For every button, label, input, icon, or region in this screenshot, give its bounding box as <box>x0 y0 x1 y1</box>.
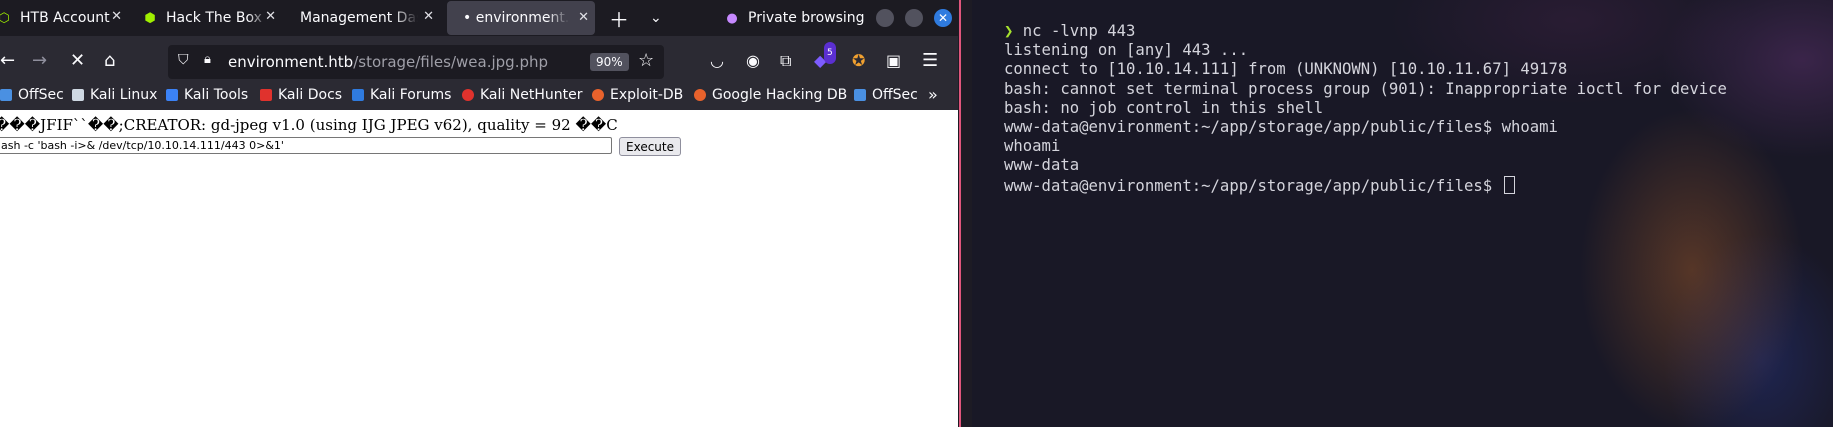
close-icon[interactable]: ✕ <box>578 10 589 25</box>
url-text[interactable]: environment.htb/storage/files/wea.jpg.ph… <box>228 53 548 71</box>
ghdb-icon <box>694 89 706 101</box>
cube-icon: ⬢ <box>144 10 156 26</box>
terminal-line: www-data <box>1004 156 1080 175</box>
stop-loading-icon[interactable]: ✕ <box>70 50 85 72</box>
bookmarks-toolbar: OffSec Kali Linux Kali Tools Kali Docs K… <box>0 82 958 110</box>
zoom-level-badge[interactable]: 90% <box>590 53 629 71</box>
account-icon[interactable]: ◉ <box>746 50 760 72</box>
window-close-button[interactable]: ✕ <box>934 9 952 27</box>
url-bar[interactable]: ⛉ 🔒︎ environment.htb/storage/files/wea.j… <box>168 45 664 79</box>
kali-tools-icon <box>166 89 178 101</box>
execute-button[interactable]: Execute <box>619 137 681 156</box>
terminal-line: connect to [10.10.14.111] from (UNKNOWN)… <box>1004 60 1568 79</box>
extension-badge-icon[interactable]: ◆ 5 <box>814 42 836 72</box>
close-icon[interactable]: ✕ <box>265 9 276 24</box>
tab-management-dashboard[interactable]: Management Das ✕ <box>300 0 440 36</box>
tab-environment[interactable]: • environment.h ✕ <box>447 1 595 35</box>
back-arrow-icon[interactable]: ← <box>0 50 15 72</box>
extensions-icon[interactable]: ⧉ <box>780 50 791 72</box>
home-icon[interactable]: ⌂ <box>104 50 115 72</box>
terminal-window[interactable]: ❯ nc -lvnp 443 listening on [any] 443 ..… <box>972 0 1833 427</box>
bookmark-offsec[interactable]: OffSec <box>0 87 64 103</box>
close-icon[interactable]: ✕ <box>111 9 122 24</box>
page-content: ���JFIF``��;CREATOR: gd-jpeg v1.0 (using… <box>0 110 958 427</box>
bookmark-google-hacking-db[interactable]: Google Hacking DB <box>694 87 847 103</box>
offsec-icon <box>854 89 866 101</box>
more-bookmarks-icon[interactable]: » <box>928 85 938 104</box>
kali-forums-icon <box>352 89 364 101</box>
list-tabs-icon[interactable]: ⌄ <box>650 0 662 36</box>
forward-arrow-icon[interactable]: → <box>32 50 47 72</box>
extension-icon[interactable]: ✪ <box>852 50 865 72</box>
box-icon: ⬡ <box>0 10 10 26</box>
bookmark-star-icon[interactable]: ☆ <box>638 50 654 71</box>
bookmark-offsec-2[interactable]: OffSec <box>854 87 918 103</box>
screenshot-icon[interactable]: ▣ <box>886 50 901 72</box>
shield-icon[interactable]: ⛉ <box>178 52 189 68</box>
terminal-cursor <box>1503 175 1515 194</box>
window-divider <box>958 0 972 427</box>
bookmark-kali-tools[interactable]: Kali Tools <box>166 87 248 103</box>
exploit-db-icon <box>592 89 604 101</box>
terminal-output: ❯ nc -lvnp 443 listening on [any] 443 ..… <box>1004 22 1727 196</box>
bookmark-kali-forums[interactable]: Kali Forums <box>352 87 451 103</box>
terminal-line: listening on [any] 443 ... <box>1004 41 1249 60</box>
terminal-line: bash: no job control in this shell <box>1004 98 1324 117</box>
menu-icon[interactable]: ☰ <box>922 50 938 72</box>
minimize-button[interactable] <box>876 9 894 27</box>
tab-htb-account[interactable]: ⬡ HTB Account ✕ <box>0 0 128 36</box>
terminal-command: nc -lvnp 443 <box>1013 22 1136 40</box>
new-tab-button[interactable]: ＋ <box>609 0 629 36</box>
command-input[interactable] <box>0 137 612 154</box>
navigation-toolbar: ← → ✕ ⌂ ⛉ 🔒︎ environment.htb/storage/fil… <box>0 36 958 88</box>
bookmark-kali-docs[interactable]: Kali Docs <box>260 87 342 103</box>
private-browsing-indicator: ● Private browsing <box>724 0 864 36</box>
terminal-line: whoami <box>1004 137 1061 156</box>
jpeg-header-text: ���JFIF``��;CREATOR: gd-jpeg v1.0 (using… <box>0 116 618 134</box>
bookmark-kali-linux[interactable]: Kali Linux <box>72 87 157 103</box>
tab-hack-the-box[interactable]: ⬢ Hack The Box ✕ <box>142 0 282 36</box>
private-mask-icon: ● <box>726 10 738 26</box>
terminal-line: www-data@environment:~/app/storage/app/p… <box>1004 118 1558 137</box>
maximize-button[interactable] <box>905 9 923 27</box>
browser-window: ⬡ HTB Account ✕ ⬢ Hack The Box ✕ Managem… <box>0 0 958 427</box>
kali-dragon-icon <box>72 89 84 101</box>
pocket-icon[interactable]: ◡ <box>710 50 724 72</box>
terminal-line: www-data@environment:~/app/storage/app/p… <box>1004 176 1502 195</box>
bookmark-exploit-db[interactable]: Exploit-DB <box>592 87 683 103</box>
offsec-icon <box>0 89 12 101</box>
terminal-line: bash: cannot set terminal process group … <box>1004 79 1727 98</box>
nethunter-icon <box>462 89 474 101</box>
prompt-arrow-icon: ❯ <box>1004 22 1014 40</box>
close-icon[interactable]: ✕ <box>423 9 434 24</box>
tab-strip: ⬡ HTB Account ✕ ⬢ Hack The Box ✕ Managem… <box>0 0 958 36</box>
lock-icon[interactable]: 🔒︎ <box>204 52 211 67</box>
bookmark-kali-nethunter[interactable]: Kali NetHunter <box>462 87 582 103</box>
kali-docs-icon <box>260 89 272 101</box>
